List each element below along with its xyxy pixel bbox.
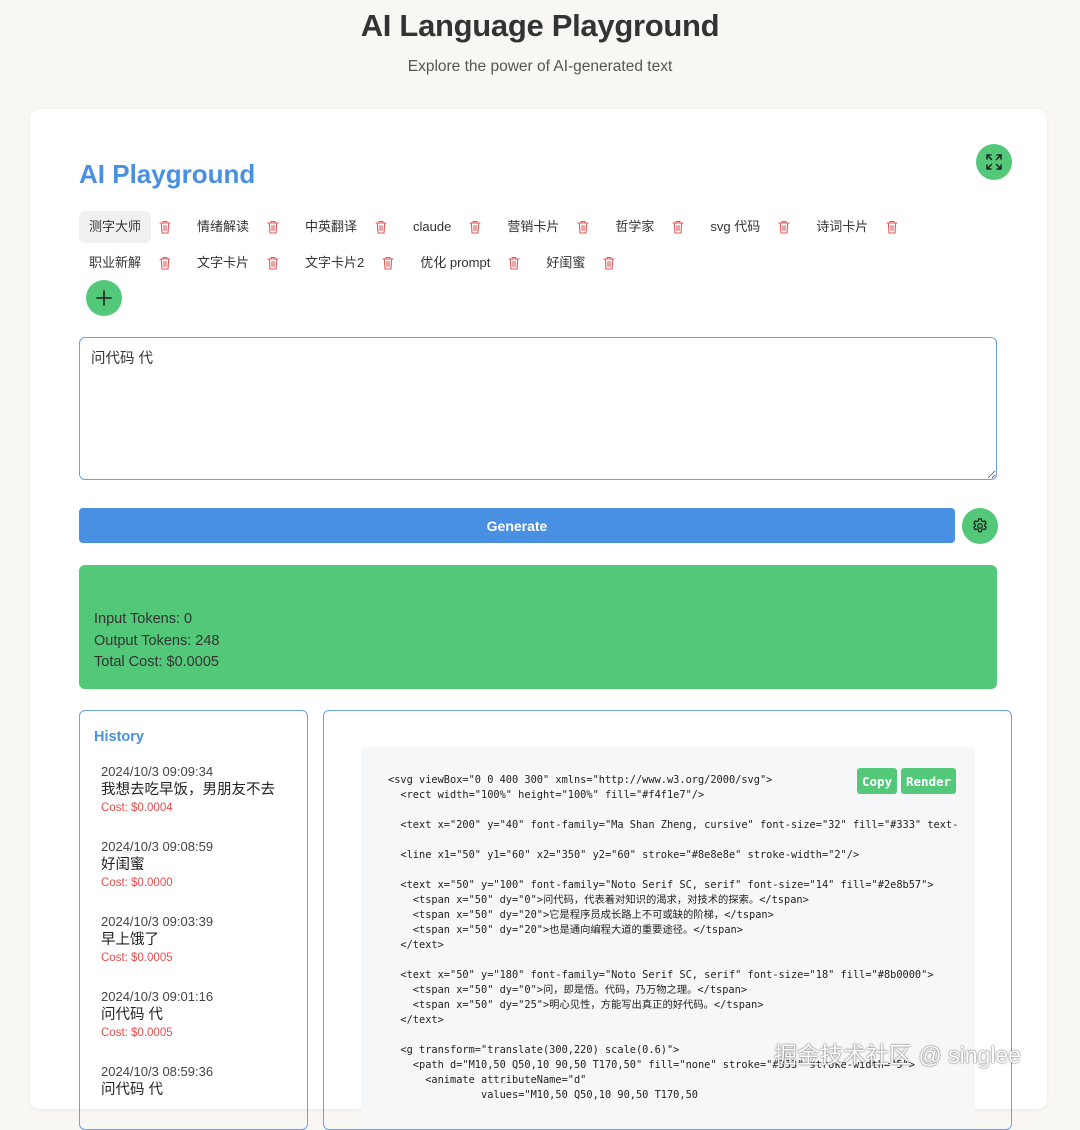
prompt-tab-group: 哲学家	[605, 211, 700, 243]
history-item[interactable]: 2024/10/3 09:08:59 好闺蜜 Cost: $0.0000	[101, 838, 301, 913]
prompt-tab-group: 文字卡片	[187, 247, 295, 279]
page-subtitle: Explore the power of AI-generated text	[407, 58, 673, 75]
prompt-tab[interactable]: 营销卡片	[497, 211, 569, 243]
settings-button[interactable]	[962, 508, 998, 544]
prompt-tab-group: 营销卡片	[497, 211, 605, 243]
trash-icon[interactable]	[267, 219, 281, 235]
code-block: <svg viewBox="0 0 400 300" xmlns="http:/…	[361, 747, 975, 1129]
trash-icon[interactable]	[382, 255, 396, 271]
total-cost: Total Cost: $0.0005	[94, 654, 219, 670]
prompt-tab-group: 好闺蜜	[536, 247, 631, 279]
input-tokens: Input Tokens: 0	[94, 611, 193, 627]
trash-icon[interactable]	[603, 255, 617, 271]
watermark: 掘金技术社区 @ singlee	[774, 1042, 1022, 1068]
output-tokens: Output Tokens: 248	[94, 632, 220, 649]
prompt-tab[interactable]: 职业新解	[79, 247, 151, 279]
prompt-tab[interactable]: 文字卡片	[187, 247, 259, 279]
prompt-tab-group: 情绪解读	[187, 211, 295, 243]
history-text: 早上饿了	[101, 932, 159, 948]
prompt-tab-group: 文字卡片2	[295, 247, 410, 279]
history-item[interactable]: 2024/10/3 09:03:39 早上饿了 Cost: $0.0005	[101, 913, 301, 988]
copy-button[interactable]: Copy	[857, 768, 898, 794]
prompt-tab-group: 测字大师	[79, 211, 187, 243]
prompt-tab-group: svg 代码	[700, 211, 806, 243]
trash-icon[interactable]	[469, 219, 483, 235]
history-cost: Cost: $0.0005	[101, 1027, 173, 1039]
generate-button[interactable]: Generate	[79, 508, 955, 543]
history-text: 我想去吃早饭，男朋友不去	[101, 782, 275, 798]
history-time: 2024/10/3 08:59:36	[101, 1064, 214, 1079]
history-item[interactable]: 2024/10/3 08:59:36 问代码 代	[101, 1063, 301, 1129]
trash-icon[interactable]	[886, 219, 900, 235]
history-text: 问代码 代	[101, 1007, 164, 1023]
prompt-tab-group: 优化 prompt	[410, 247, 536, 279]
history-cost: Cost: $0.0005	[101, 952, 173, 964]
prompt-tab[interactable]: 哲学家	[605, 211, 664, 243]
prompt-tab[interactable]: 诗词卡片	[806, 211, 878, 243]
history-text: 问代码 代	[101, 1082, 164, 1098]
history-time: 2024/10/3 09:08:59	[101, 839, 214, 854]
history-item[interactable]: 2024/10/3 09:01:16 问代码 代 Cost: $0.0005	[101, 988, 301, 1063]
history-text: 好闺蜜	[101, 857, 145, 873]
prompt-tabs: 测字大师 情绪解读 中英翻译 claude 营销卡片 哲学家 svg 代码 诗词卡片职业新解 文…	[79, 211, 979, 283]
trash-icon[interactable]	[672, 219, 686, 235]
history-item[interactable]: 2024/10/3 09:09:34 我想去吃早饭，男朋友不去 Cost: $0.0…	[101, 763, 301, 838]
prompt-tab-group: 诗词卡片	[806, 211, 914, 243]
prompt-tab[interactable]: claude	[403, 211, 461, 243]
playground-card: AI Playground 测字大师 情绪解读 中英翻译 claude 营销卡片 哲学家 s…	[30, 109, 1047, 1130]
page-title: AI Language Playground	[360, 8, 720, 43]
history-cost: Cost: $0.0000	[101, 877, 173, 889]
prompt-tab[interactable]: 文字卡片2	[295, 247, 374, 279]
render-button[interactable]: Render	[901, 768, 957, 794]
history-time: 2024/10/3 09:03:39	[101, 914, 214, 929]
history-time: 2024/10/3 09:09:34	[101, 764, 214, 779]
trash-icon[interactable]	[159, 255, 173, 271]
history-time: 2024/10/3 09:01:16	[101, 989, 214, 1004]
trash-icon[interactable]	[508, 255, 522, 271]
add-prompt-button[interactable]	[86, 280, 122, 316]
history-cost: Cost: $0.0004	[101, 802, 173, 814]
prompt-tab-group: claude	[403, 211, 497, 243]
prompt-tab[interactable]: svg 代码	[700, 211, 770, 243]
trash-icon[interactable]	[267, 255, 281, 271]
fullscreen-button[interactable]	[976, 144, 1012, 180]
usage-stats-panel: Input Tokens: 0 Output Tokens: 248 Total…	[79, 565, 997, 689]
prompt-input[interactable]: 问代码 代	[79, 337, 997, 480]
trash-icon[interactable]	[577, 219, 591, 235]
trash-icon[interactable]	[778, 219, 792, 235]
expand-icon	[986, 154, 1002, 170]
trash-icon[interactable]	[159, 219, 173, 235]
prompt-tab[interactable]: 好闺蜜	[536, 247, 595, 279]
history-panel: History 2024/10/3 09:09:34 我想去吃早饭，男朋友不去 Co…	[79, 710, 308, 1130]
gear-icon	[973, 518, 987, 533]
prompt-tab[interactable]: 情绪解读	[187, 211, 259, 243]
playground-title: AI Playground	[79, 159, 256, 189]
prompt-tab-group: 职业新解	[79, 247, 187, 279]
trash-icon[interactable]	[375, 219, 389, 235]
prompt-tab-group: 中英翻译	[295, 211, 403, 243]
plus-icon	[96, 290, 112, 306]
history-list: 2024/10/3 09:09:34 我想去吃早饭，男朋友不去 Cost: $0.0…	[101, 763, 301, 1129]
prompt-tab[interactable]: 测字大师	[79, 211, 152, 243]
prompt-tab[interactable]: 中英翻译	[295, 211, 367, 243]
history-title: History	[94, 729, 144, 745]
prompt-tab[interactable]: 优化 prompt	[410, 247, 500, 279]
